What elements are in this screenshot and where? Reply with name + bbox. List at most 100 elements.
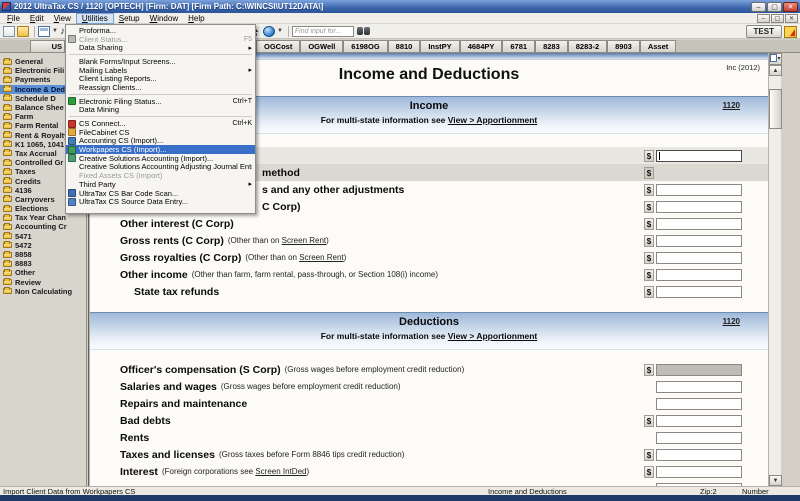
menu-item-filecabinet-cs[interactable]: FileCabinet CS [66, 128, 255, 137]
tab-asset[interactable]: Asset [640, 40, 676, 52]
page-view-icon[interactable]: ▾ [769, 53, 782, 65]
amount-input[interactable] [656, 381, 742, 393]
apportionment-link[interactable]: View > Apportionment [448, 115, 538, 125]
tab-8810[interactable]: 8810 [388, 40, 421, 52]
menu-item-reassign-clients[interactable]: Reassign Clients... [66, 83, 255, 92]
menu-utilities[interactable]: Utilities [76, 13, 114, 24]
amount-input[interactable] [656, 184, 742, 196]
menu-item-mailing-labels[interactable]: Mailing Labels▸ [66, 66, 255, 75]
menu-item-data-mining[interactable]: Data Mining [66, 106, 255, 115]
tab-8283[interactable]: 8283 [535, 40, 568, 52]
menu-item-client-listing-reports[interactable]: Client Listing Reports... [66, 74, 255, 83]
currency-chip: $ [644, 167, 654, 179]
folder-icon [3, 215, 12, 221]
sidebar-item-other[interactable]: Other [0, 268, 86, 277]
menu-item-label: UltraTax CS Bar Code Scan... [79, 189, 252, 198]
amount-input[interactable] [656, 466, 742, 478]
submenu-arrow-icon: ▸ [248, 44, 252, 52]
menu-edit[interactable]: Edit [25, 14, 49, 23]
menu-item-electronic-filing-status[interactable]: Electronic Filing Status...Ctrl+T [66, 97, 255, 106]
apportionment-link[interactable]: View > Apportionment [448, 331, 538, 341]
tab-4684py[interactable]: 4684PY [460, 40, 503, 52]
menu-item-client-status[interactable]: Client Status...F5 [66, 35, 255, 44]
amount-input[interactable] [656, 235, 742, 247]
menu-item-ultratax-cs-bar-code-scan[interactable]: UltraTax CS Bar Code Scan... [66, 189, 255, 198]
menu-item-workpapers-cs-import[interactable]: Workpapers CS (Import)... [66, 145, 255, 154]
sidebar-item-non-calculating[interactable]: Non Calculating [0, 287, 86, 296]
screen-link[interactable]: Screen Rent [282, 236, 326, 245]
menu-item-third-party[interactable]: Third Party▸ [66, 180, 255, 189]
amount-input[interactable] [656, 150, 742, 162]
currency-chip: $ [644, 235, 654, 247]
maximize-button[interactable]: ▢ [767, 2, 782, 12]
mdi-restore-button[interactable]: ▢ [771, 14, 784, 23]
sidebar-item-review[interactable]: Review [0, 278, 86, 287]
menu-item-cs-connect[interactable]: CS Connect...Ctrl+K [66, 119, 255, 128]
csa-import-icon [68, 154, 76, 162]
tab-us-fragment[interactable]: US [30, 40, 65, 52]
scrollbar-thumb[interactable] [769, 89, 782, 129]
menu-view[interactable]: View [49, 14, 76, 23]
scroll-up-icon[interactable]: ▲ [769, 65, 782, 76]
find-input[interactable] [292, 26, 354, 37]
amount-input[interactable] [656, 286, 742, 298]
sidebar-item-5472[interactable]: 5472 [0, 241, 86, 250]
test-button[interactable]: TEST [746, 25, 782, 38]
minimize-button[interactable]: – [751, 2, 766, 12]
amount-input[interactable] [656, 398, 742, 410]
binoculars-search-icon[interactable] [357, 26, 370, 36]
sidebar-item-8858[interactable]: 8858 [0, 250, 86, 259]
scroll-down-icon[interactable]: ▼ [769, 475, 782, 486]
menu-file[interactable]: File [2, 14, 25, 23]
tab-8283-2[interactable]: 8283-2 [568, 40, 607, 52]
menu-help[interactable]: Help [183, 14, 209, 23]
sidebar-item-accounting-cr[interactable]: Accounting Cr [0, 222, 86, 231]
menu-item-creative-solutions-accounting-import[interactable]: Creative Solutions Accounting (Import)..… [66, 154, 255, 163]
chevron-down-icon[interactable]: ▼ [277, 28, 283, 34]
form-1120-link[interactable]: 1120 [723, 101, 740, 110]
menu-item-creative-solutions-accounting-adjusting-journal-entries[interactable]: Creative Solutions Accounting Adjusting … [66, 163, 255, 172]
amount-input[interactable] [656, 432, 742, 444]
sidebar-item-tax-year-chan[interactable]: Tax Year Chan [0, 213, 86, 222]
tab-6198og[interactable]: 6198OG [343, 40, 387, 52]
mdi-minimize-button[interactable]: – [757, 14, 770, 23]
tab-8903[interactable]: 8903 [607, 40, 640, 52]
new-client-icon[interactable] [3, 26, 15, 37]
open-client-icon[interactable] [17, 26, 29, 37]
amount-input[interactable] [656, 252, 742, 264]
menu-item-data-sharing[interactable]: Data Sharing▸ [66, 43, 255, 52]
amount-input[interactable] [656, 201, 742, 213]
tab-instpy[interactable]: InstPY [420, 40, 459, 52]
sidebar-item-label: K1 1065, 1041 [15, 140, 64, 149]
form-1120-link[interactable]: 1120 [723, 317, 740, 326]
menu-item-blank-forms-input-screens[interactable]: Blank Forms/Input Screens... [66, 57, 255, 66]
menu-item-fixed-assets-cs-import[interactable]: Fixed Assets CS (Import) [66, 171, 255, 180]
menu-item-proforma[interactable]: Proforma... [66, 26, 255, 35]
screen-link[interactable]: Screen IntDed [255, 467, 306, 476]
sidebar-item-label: Tax Year Chan [15, 213, 66, 222]
chevron-down-icon[interactable]: ▼ [52, 28, 58, 34]
folder-icon [3, 132, 12, 138]
sidebar-item-5471[interactable]: 5471 [0, 232, 86, 241]
close-button[interactable]: ✕ [783, 2, 798, 12]
menu-item-accounting-cs-import[interactable]: Accounting CS (Import)... [66, 137, 255, 146]
screen-link[interactable]: Screen Rent [299, 253, 343, 262]
sidebar-item-8883[interactable]: 8883 [0, 259, 86, 268]
mdi-close-button[interactable]: ✕ [785, 14, 798, 23]
input-screen-icon[interactable] [38, 26, 50, 37]
sidebar-item-label: Credits [15, 177, 41, 186]
menu-setup[interactable]: Setup [114, 14, 145, 23]
folder-icon [3, 95, 12, 101]
tab-ogwell[interactable]: OGWell [300, 40, 343, 52]
web-globe-icon[interactable] [263, 26, 275, 37]
vertical-scrollbar[interactable]: ▾ ▲ ▼ [768, 53, 781, 486]
menu-item-ultratax-cs-source-data-entry[interactable]: UltraTax CS Source Data Entry... [66, 197, 255, 206]
amount-input[interactable] [656, 449, 742, 461]
amount-input[interactable] [656, 218, 742, 230]
tab-ogcost[interactable]: OGCost [256, 40, 300, 52]
amount-input[interactable] [656, 269, 742, 281]
amount-input[interactable] [656, 415, 742, 427]
tab-6781[interactable]: 6781 [502, 40, 535, 52]
menu-window[interactable]: Window [145, 14, 183, 23]
flag-icon[interactable] [784, 26, 797, 38]
